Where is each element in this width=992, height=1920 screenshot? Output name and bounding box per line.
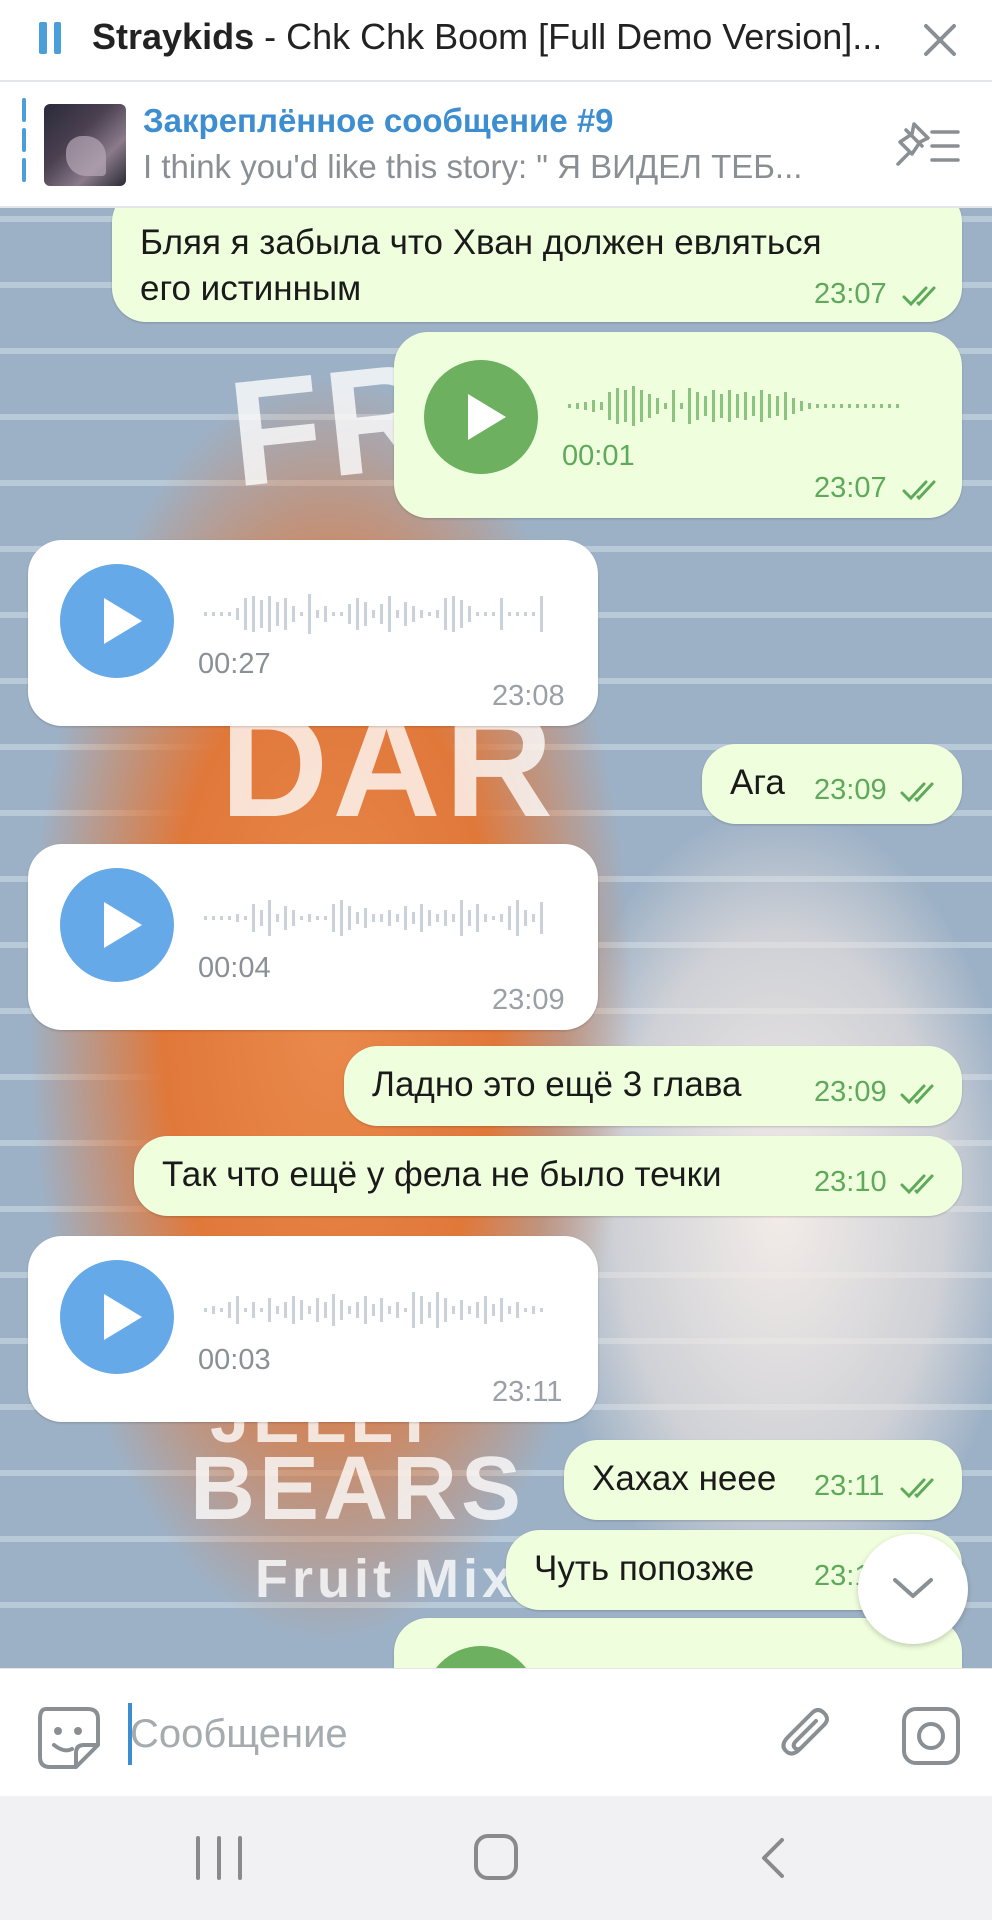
message-time: 23:09	[814, 774, 887, 806]
message-time: 23:11	[814, 1470, 885, 1502]
voice-waveform[interactable]	[204, 592, 574, 636]
voice-duration: 00:04	[198, 952, 271, 984]
close-icon[interactable]	[918, 18, 962, 62]
message-text: Ладно это ещё 3 глава	[372, 1065, 742, 1104]
voice-message-incoming[interactable]: 00:27 23:08	[28, 540, 598, 726]
play-icon[interactable]	[424, 360, 538, 474]
nav-recent-icon[interactable]	[196, 1836, 242, 1880]
voice-message-incoming[interactable]: 00:03 23:11	[28, 1236, 598, 1422]
pinned-thumbnail	[44, 104, 126, 186]
camera-icon[interactable]	[900, 1705, 962, 1767]
chevron-down-icon	[893, 1578, 933, 1598]
message-time: 23:09	[492, 984, 565, 1016]
bg-text-fruit-mix: Fruit Mix	[255, 1549, 516, 1609]
sticker-icon[interactable]	[36, 1705, 102, 1771]
double-check-icon	[900, 1478, 934, 1499]
double-check-icon	[900, 1174, 934, 1195]
scroll-down-button[interactable]	[858, 1534, 968, 1644]
message-time: 23:07	[814, 472, 887, 504]
track-artist: Straykids	[92, 16, 255, 57]
double-check-icon	[900, 782, 934, 803]
message-bubble-outgoing[interactable]: Так что ещё у фела не было течки 23:10	[134, 1136, 962, 1216]
message-bubble-outgoing[interactable]: Бляя я забыла что Хван должен евляться е…	[112, 208, 962, 322]
play-icon[interactable]	[424, 1646, 538, 1668]
track-title[interactable]: Straykids - Chk Chk Boom [Full Demo Vers…	[92, 16, 904, 58]
paperclip-icon[interactable]	[778, 1705, 838, 1765]
message-time: 23:07	[814, 278, 887, 310]
message-input[interactable]	[130, 1699, 750, 1769]
message-text: Ага	[730, 763, 785, 802]
message-bubble-outgoing[interactable]: Ага 23:09	[702, 744, 962, 824]
voice-duration: 00:27	[198, 648, 271, 680]
pin-list-icon[interactable]	[892, 120, 962, 172]
chat-area[interactable]: FR DAR JELLY BEARS Fruit Mix Бляя я забы…	[0, 208, 992, 1668]
double-check-icon	[900, 1084, 934, 1105]
play-icon[interactable]	[60, 564, 174, 678]
voice-message-outgoing[interactable]: 00:01 23:07	[394, 332, 962, 518]
pinned-message-bar[interactable]: Закреплённое сообщение #9 I think you'd …	[0, 84, 992, 208]
message-time: 23:10	[814, 1166, 887, 1198]
message-bubble-outgoing[interactable]: Ладно это ещё 3 глава 23:09	[344, 1046, 962, 1126]
nav-home-icon[interactable]	[474, 1834, 518, 1880]
voice-duration: 00:03	[198, 1344, 271, 1376]
pinned-indicator	[22, 98, 27, 188]
message-bubble-outgoing[interactable]: Хахах неее 23:11	[564, 1440, 962, 1520]
double-check-icon	[902, 286, 936, 307]
pinned-title: Закреплённое сообщение #9	[143, 102, 614, 139]
play-icon[interactable]	[60, 1260, 174, 1374]
message-time: 23:09	[814, 1076, 887, 1108]
play-icon[interactable]	[60, 868, 174, 982]
message-time: 23:11	[492, 1376, 563, 1408]
audio-player-bar: Straykids - Chk Chk Boom [Full Demo Vers…	[0, 0, 992, 82]
voice-duration: 00:01	[562, 440, 635, 472]
track-name: - Chk Chk Boom [Full Demo Version]...	[254, 16, 883, 57]
message-text: его истинным	[140, 269, 362, 308]
double-check-icon	[902, 480, 936, 501]
message-text: Хахах неее	[592, 1459, 777, 1498]
message-text: Чуть попозже	[534, 1549, 755, 1588]
nav-back-icon[interactable]	[758, 1836, 788, 1880]
bg-text-bears: BEARS	[190, 1439, 526, 1539]
message-time: 23:08	[492, 680, 565, 712]
message-text: Так что ещё у фела не было течки	[162, 1155, 722, 1194]
voice-waveform[interactable]	[204, 896, 574, 940]
message-text: Бляя я забыла что Хван должен евляться	[140, 223, 822, 262]
voice-message-incoming[interactable]: 00:04 23:09	[28, 844, 598, 1030]
system-nav-bar	[0, 1796, 992, 1920]
voice-waveform[interactable]	[568, 384, 928, 428]
voice-waveform[interactable]	[204, 1288, 574, 1332]
message-input-bar	[0, 1668, 992, 1796]
pause-icon[interactable]	[30, 20, 70, 60]
pinned-text: I think you'd like this story: " Я ВИДЕЛ…	[143, 148, 803, 185]
